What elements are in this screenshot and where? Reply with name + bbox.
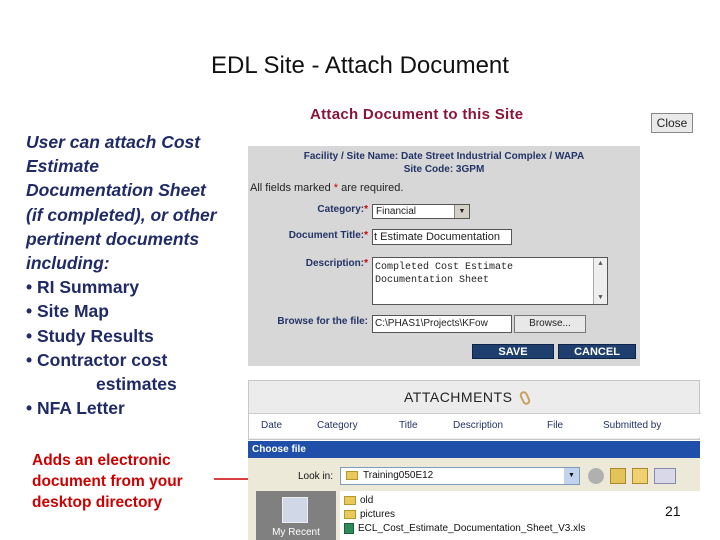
annotation-note: Adds an electronic document from your de… (32, 450, 222, 513)
intro-line: Documentation Sheet (26, 180, 206, 201)
note-line: Adds an electronic (32, 452, 171, 469)
category-select[interactable]: Financial ▼ (372, 204, 470, 219)
view-menu-icon[interactable] (654, 468, 676, 484)
intro-line: (if completed), or other (26, 204, 217, 225)
my-recent-label[interactable]: My Recent (256, 527, 336, 538)
intro-line: User can attach Cost (26, 132, 201, 152)
column-header[interactable]: File (547, 420, 563, 431)
spreadsheet-icon (344, 523, 354, 534)
page-number: 21 (665, 503, 681, 519)
close-button[interactable]: Close (651, 113, 693, 133)
bullet-item-continuation: estimates (96, 374, 177, 395)
scrollbar[interactable]: ▲ ▼ (593, 258, 607, 304)
new-folder-icon[interactable] (632, 468, 648, 484)
look-in-select[interactable]: Training050E12 ▼ (340, 467, 580, 485)
browse-label: Browse for the file: (277, 316, 368, 327)
column-header[interactable]: Description (453, 420, 503, 431)
dialog-heading: Attach Document to this Site (310, 106, 524, 123)
required-note-suffix: are required. (338, 182, 404, 194)
bullet-item: • NFA Letter (26, 398, 125, 419)
chevron-down-icon[interactable]: ▼ (454, 205, 469, 218)
save-button[interactable]: SAVE (472, 344, 554, 359)
paperclip-icon (518, 390, 532, 407)
bullet-item: • RI Summary (26, 277, 140, 298)
required-note-prefix: All fields marked (250, 182, 334, 194)
attachments-header-row: Date Category Title Description File Sub… (249, 413, 701, 438)
scroll-down-icon[interactable]: ▼ (594, 292, 607, 304)
list-item[interactable]: old (344, 495, 373, 506)
intro-line: Estimate (26, 156, 99, 177)
chevron-down-icon[interactable]: ▼ (564, 468, 579, 484)
bullet-list: User can attach Cost Estimate Documentat… (26, 130, 248, 420)
choose-file-titlebar: Choose file (248, 441, 700, 458)
scroll-up-icon[interactable]: ▲ (594, 258, 607, 270)
file-list: old pictures ECL_Cost_Estimate_Documenta… (340, 491, 700, 540)
bullet-item: • Contractor cost (26, 349, 168, 370)
attachments-title: ATTACHMENTS (404, 389, 532, 407)
required-note: All fields marked * are required. (250, 182, 403, 194)
category-label: Category:* (317, 204, 368, 215)
folder-icon (344, 496, 356, 505)
recent-icon[interactable] (282, 497, 308, 523)
attach-form-panel: Facility / Site Name: Date Street Indust… (248, 146, 640, 366)
folder-icon (346, 471, 358, 480)
facility-name: Facility / Site Name: Date Street Indust… (303, 151, 585, 162)
cancel-button[interactable]: CANCEL (558, 344, 636, 359)
note-line: desktop directory (32, 494, 163, 511)
folder-icon (344, 510, 356, 519)
intro-line: pertinent documents (26, 228, 200, 249)
doc-title-input[interactable]: t Estimate Documentation (372, 229, 512, 245)
slide-title: EDL Site - Attach Document (211, 52, 509, 79)
choose-file-dialog: Choose file Look in: Training050E12 ▼ My… (248, 441, 700, 540)
description-label: Description:* (305, 258, 368, 269)
facility-info: Facility / Site Name: Date Street Indust… (248, 150, 640, 176)
browse-button[interactable]: Browse... (514, 315, 586, 333)
description-textarea[interactable]: Completed Cost Estimate Documentation Sh… (372, 257, 608, 305)
column-header[interactable]: Date (261, 420, 282, 431)
column-header[interactable]: Title (399, 420, 418, 431)
attachments-panel: ATTACHMENTS Date Category Title Descript… (248, 380, 701, 440)
intro-line: including: (26, 253, 110, 274)
bullet-item: • Study Results (26, 325, 154, 346)
look-in-label: Look in: (298, 471, 334, 482)
list-item[interactable]: pictures (344, 509, 395, 520)
up-folder-icon[interactable] (610, 468, 626, 484)
column-header[interactable]: Category (317, 420, 358, 431)
doc-title-label: Document Title:* (288, 230, 368, 241)
note-line: document from your (32, 473, 183, 490)
site-code: Site Code: 3GPM (403, 164, 485, 175)
file-path-input[interactable]: C:\PHAS1\Projects\KFow (372, 315, 512, 333)
column-header[interactable]: Submitted by (603, 420, 661, 431)
list-item[interactable]: ECL_Cost_Estimate_Documentation_Sheet_V3… (344, 523, 585, 534)
bullet-item: • Site Map (26, 301, 109, 322)
back-icon[interactable] (588, 468, 604, 484)
places-bar: My Recent (256, 491, 336, 540)
